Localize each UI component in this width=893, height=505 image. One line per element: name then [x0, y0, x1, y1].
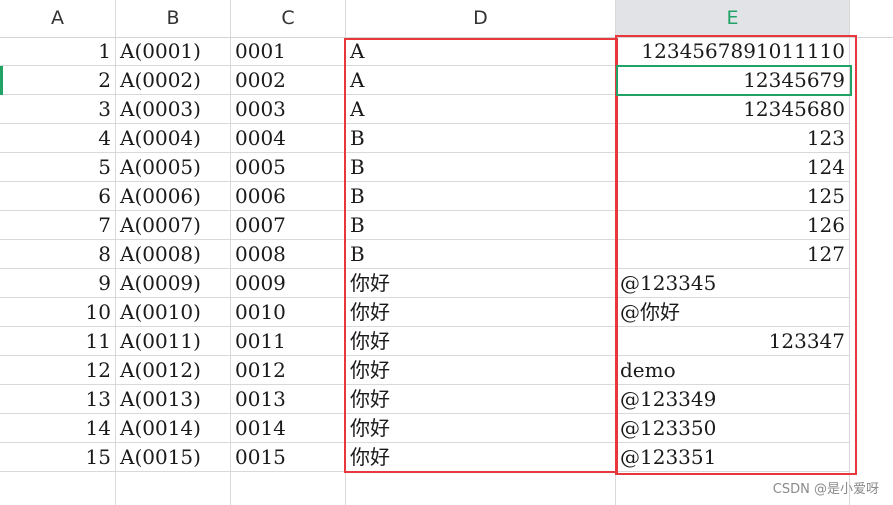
cell-c[interactable]: 0013 [231, 385, 346, 414]
cell-row-number[interactable]: 11 [0, 327, 116, 356]
cell-b[interactable]: A(0004) [116, 124, 231, 153]
column-header-row: A B C D E [0, 0, 893, 38]
column-divider [230, 37, 231, 505]
cell-b[interactable]: A(0007) [116, 211, 231, 240]
cell-b[interactable]: A(0008) [116, 240, 231, 269]
cell-b[interactable]: A(0002) [116, 66, 231, 95]
cell-b[interactable]: A(0009) [116, 269, 231, 298]
cell-row-number[interactable]: 14 [0, 414, 116, 443]
cell-row-number[interactable]: 10 [0, 298, 116, 327]
highlight-box-column-d [344, 38, 618, 473]
cell-row-number[interactable]: 8 [0, 240, 116, 269]
highlight-box-column-e [615, 35, 857, 475]
cell-row-number[interactable]: 5 [0, 153, 116, 182]
cell-c[interactable]: 0012 [231, 356, 346, 385]
cell-b[interactable]: A(0003) [116, 95, 231, 124]
empty-row [0, 473, 850, 505]
column-header-d[interactable]: D [346, 0, 616, 37]
active-cell-e2[interactable] [616, 65, 852, 96]
cell-c[interactable]: 0008 [231, 240, 346, 269]
cell-b[interactable]: A(0011) [116, 327, 231, 356]
cell-c[interactable]: 0014 [231, 414, 346, 443]
cell-row-number[interactable]: 9 [0, 269, 116, 298]
cell-c[interactable]: 0015 [231, 443, 346, 472]
column-header-a[interactable]: A [0, 0, 116, 37]
cell-c[interactable]: 0003 [231, 95, 346, 124]
cell-c[interactable]: 0006 [231, 182, 346, 211]
cell-b[interactable]: A(0006) [116, 182, 231, 211]
column-header-c[interactable]: C [231, 0, 346, 37]
cell-b[interactable]: A(0010) [116, 298, 231, 327]
cell-c[interactable]: 0011 [231, 327, 346, 356]
column-header-b[interactable]: B [116, 0, 231, 37]
cell-row-number[interactable]: 4 [0, 124, 116, 153]
cell-row-number[interactable]: 6 [0, 182, 116, 211]
column-divider [115, 37, 116, 505]
cell-row-number[interactable]: 13 [0, 385, 116, 414]
cell-b[interactable]: A(0001) [116, 37, 231, 66]
column-header-e[interactable]: E [616, 0, 850, 37]
active-row-indicator [0, 66, 3, 95]
cell-b[interactable]: A(0015) [116, 443, 231, 472]
cell-c[interactable]: 0009 [231, 269, 346, 298]
cell-c[interactable]: 0010 [231, 298, 346, 327]
spreadsheet: A B C D E 1 A(0001) 0001 A 1234567891011110 2… [0, 0, 893, 505]
cell-c[interactable]: 0005 [231, 153, 346, 182]
cell-b[interactable]: A(0005) [116, 153, 231, 182]
cell-b[interactable]: A(0013) [116, 385, 231, 414]
cell-row-number[interactable]: 2 [0, 66, 116, 95]
cell-row-number[interactable]: 3 [0, 95, 116, 124]
cell-row-number[interactable]: 1 [0, 37, 116, 66]
cell-row-number[interactable]: 12 [0, 356, 116, 385]
cell-row-number[interactable]: 7 [0, 211, 116, 240]
cell-b[interactable]: A(0014) [116, 414, 231, 443]
cell-c[interactable]: 0007 [231, 211, 346, 240]
cell-row-number[interactable]: 15 [0, 443, 116, 472]
watermark-text: CSDN @是小爱呀 [772, 482, 879, 497]
cell-c[interactable]: 0002 [231, 66, 346, 95]
cell-b[interactable]: A(0012) [116, 356, 231, 385]
cell-c[interactable]: 0004 [231, 124, 346, 153]
cell-c[interactable]: 0001 [231, 37, 346, 66]
